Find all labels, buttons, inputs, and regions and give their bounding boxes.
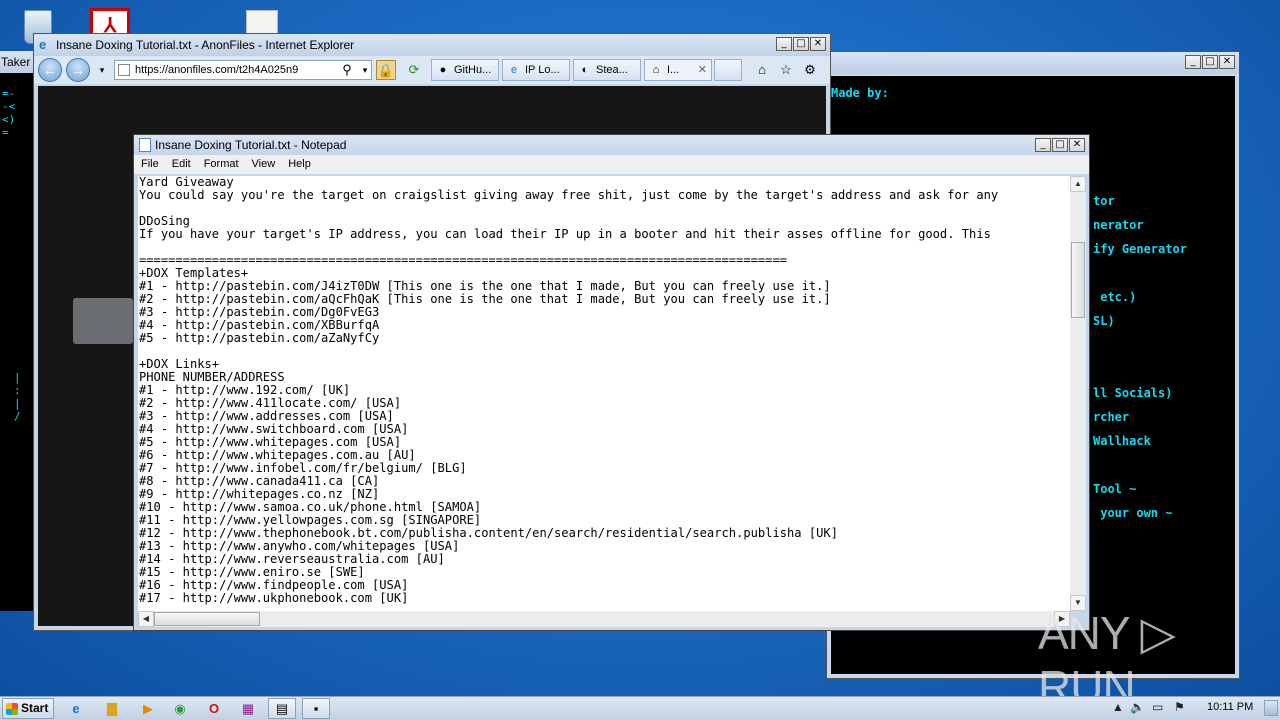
console-minimize-button[interactable]: _ [1185,55,1201,69]
vertical-scrollbar[interactable]: ▲ ▼ [1070,176,1086,611]
tab-ip-lookup[interactable]: e IP Lo... [502,59,570,81]
history-dropdown-icon[interactable]: ▾ [92,60,112,80]
console-line: Made by: [831,86,889,100]
anonfiles-icon: ⌂ [652,64,660,76]
text-line: #17 - http://www.ukphonebook.com [UK] [139,591,409,605]
menu-file[interactable]: File [134,155,165,174]
notepad-maximize-button[interactable]: □ [1052,138,1068,152]
explorer-icon[interactable]: ▇ [98,698,126,719]
ie-icon[interactable]: e [62,698,90,719]
console-line: etc.) [1093,290,1137,304]
forward-button[interactable]: → [66,58,90,82]
menu-edit[interactable]: Edit [165,155,197,174]
ascii-art: =- -< <) = [2,87,16,139]
tab-anonfiles[interactable]: ⌂ I... ✕ [644,59,712,81]
ie-icon: e [39,37,47,52]
text-line: #5 - http://pastebin.com/aZaNyfCy [139,331,380,345]
flag-icon[interactable]: ⚑ [1174,700,1185,714]
ie-maximize-button[interactable]: □ [793,37,809,51]
steam-icon: ◐ [581,64,589,76]
console-close-button[interactable]: ✕ [1219,55,1235,69]
cmd-icon[interactable]: ▪ [302,698,330,719]
text-line: If you have your target's IP address, yo… [139,227,991,241]
left-console-window[interactable]: Taker =- -< <) = |: | / [0,51,36,611]
console-line: Tool ~ [1093,482,1137,496]
left-console-title: Taker [0,51,36,73]
new-tab-button[interactable] [714,59,742,81]
taskbar: Start e ▇ ▶ ◉ O ▦ ▤ ▪ ▲ 🔈 ▭ ⚑ 10:11 PM [0,696,1280,720]
ascii-art-2: |: | / [14,371,21,423]
gear-icon[interactable]: ⚙ [800,60,820,80]
address-dropdown-icon[interactable]: ▾ [355,60,375,80]
notepad-close-button[interactable]: ✕ [1069,138,1085,152]
horizontal-scroll-thumb[interactable] [154,612,260,626]
tab-steam[interactable]: ◐ Stea... [573,59,641,81]
ie-close-button[interactable]: ✕ [810,37,826,51]
volume-icon[interactable]: 🔈 [1130,700,1145,714]
ie-titlebar: e Insane Doxing Tutorial.txt - AnonFiles… [34,34,830,56]
address-text: https://anonfiles.com/t2h4A025n9 [135,64,299,76]
console-line: SL) [1093,314,1115,328]
console-titlebar: _ □ ✕ [827,52,1239,74]
address-bar[interactable]: https://anonfiles.com/t2h4A025n9 ⚲ ▾ [114,60,372,80]
opera-icon[interactable]: O [200,698,228,719]
console-line: tor [1093,194,1115,208]
text-line: ========================================… [139,253,788,267]
text-line: You could say you're the target on craig… [139,188,999,202]
notepad-menubar: File Edit Format View Help [134,155,1089,174]
horizontal-scrollbar[interactable]: ◀ ▶ [138,611,1070,627]
notepad-window[interactable]: Insane Doxing Tutorial.txt - Notepad _ □… [133,134,1090,631]
start-button[interactable]: Start [2,698,54,719]
windows-logo-icon [6,703,18,715]
favorites-icon[interactable]: ☆ [776,60,796,80]
github-icon: ● [439,64,447,76]
menu-view[interactable]: View [245,155,282,174]
desktop: ⅄ Taker =- -< <) = |: | / _ □ ✕ Made by: tor … [0,0,1280,713]
home-icon[interactable]: ⌂ [752,60,772,80]
refresh-icon[interactable]: ⟳ [404,60,424,80]
scroll-left-icon[interactable]: ◀ [138,611,154,627]
chrome-icon[interactable]: ◉ [166,698,194,719]
console-line: nerator [1093,218,1144,232]
ie-tab-icon: e [510,64,518,76]
clock[interactable]: 10:11 PM [1207,701,1253,713]
tab-close-icon[interactable]: ✕ [698,60,707,80]
search-icon[interactable]: ⚲ [337,60,357,80]
system-tray: ▲ 🔈 ▭ ⚑ [1104,697,1280,720]
ie-title: Insane Doxing Tutorial.txt - AnonFiles -… [56,38,355,52]
vertical-scroll-thumb[interactable] [1071,242,1085,318]
page-icon [118,64,130,76]
lock-icon[interactable]: 🔒 [376,60,396,80]
menu-format[interactable]: Format [197,155,245,174]
text-line [138,202,1070,215]
winrar-icon[interactable]: ▦ [234,698,262,719]
console-line: Wallhack [1093,434,1151,448]
notepad-title: Insane Doxing Tutorial.txt - Notepad [155,138,347,152]
notepad-titlebar: Insane Doxing Tutorial.txt - Notepad _ □… [134,135,1089,155]
console-line: ll Socials) [1093,386,1173,400]
notepad-text-area[interactable]: Yard Giveaway You could say you're the ta… [138,176,1070,611]
menu-help[interactable]: Help [281,155,317,174]
console-maximize-button[interactable]: □ [1202,55,1218,69]
console-line: ify Generator [1093,242,1187,256]
tab-github[interactable]: ● GitHu... [431,59,499,81]
show-desktop-button[interactable] [1264,700,1278,716]
tray-arrow-icon[interactable]: ▲ [1112,700,1124,714]
back-button[interactable]: ← [38,58,62,82]
ie-navbar: ← → ▾ https://anonfiles.com/t2h4A025n9 ⚲… [34,56,830,84]
notepad-icon[interactable]: ▤ [268,698,296,719]
media-player-icon[interactable]: ▶ [134,698,162,719]
scroll-up-icon[interactable]: ▲ [1070,176,1086,192]
console-line: rcher [1093,410,1130,424]
network-icon[interactable]: ▭ [1152,700,1163,714]
notepad-icon [139,138,151,152]
console-line: your own ~ [1093,506,1173,520]
page-button[interactable] [73,298,133,344]
text-line [138,345,1070,358]
notepad-minimize-button[interactable]: _ [1035,138,1051,152]
ie-minimize-button[interactable]: _ [776,37,792,51]
